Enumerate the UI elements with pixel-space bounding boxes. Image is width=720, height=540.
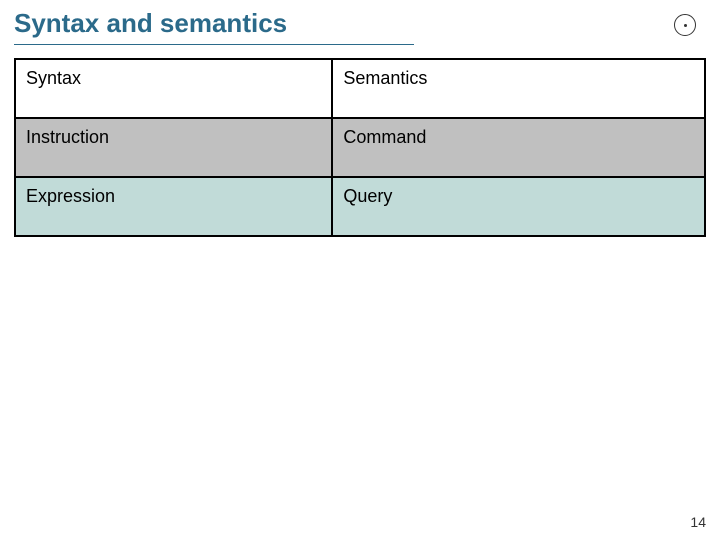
logo-circle-icon: [674, 14, 696, 36]
cell-semantics: Query: [332, 177, 705, 236]
page-number: 14: [690, 514, 706, 530]
cell-semantics: Command: [332, 118, 705, 177]
slide: Syntax and semantics Syntax Semantics In…: [0, 0, 720, 540]
cell-syntax: Expression: [15, 177, 332, 236]
table-row: Syntax Semantics: [15, 59, 705, 118]
page-title: Syntax and semantics: [14, 8, 287, 39]
cell-syntax: Syntax: [15, 59, 332, 118]
cell-semantics: Semantics: [332, 59, 705, 118]
title-underline: [14, 44, 414, 45]
syntax-semantics-table: Syntax Semantics Instruction Command Exp…: [14, 58, 706, 237]
cell-syntax: Instruction: [15, 118, 332, 177]
logo-dot-icon: [684, 24, 687, 27]
table-row: Instruction Command: [15, 118, 705, 177]
table-row: Expression Query: [15, 177, 705, 236]
